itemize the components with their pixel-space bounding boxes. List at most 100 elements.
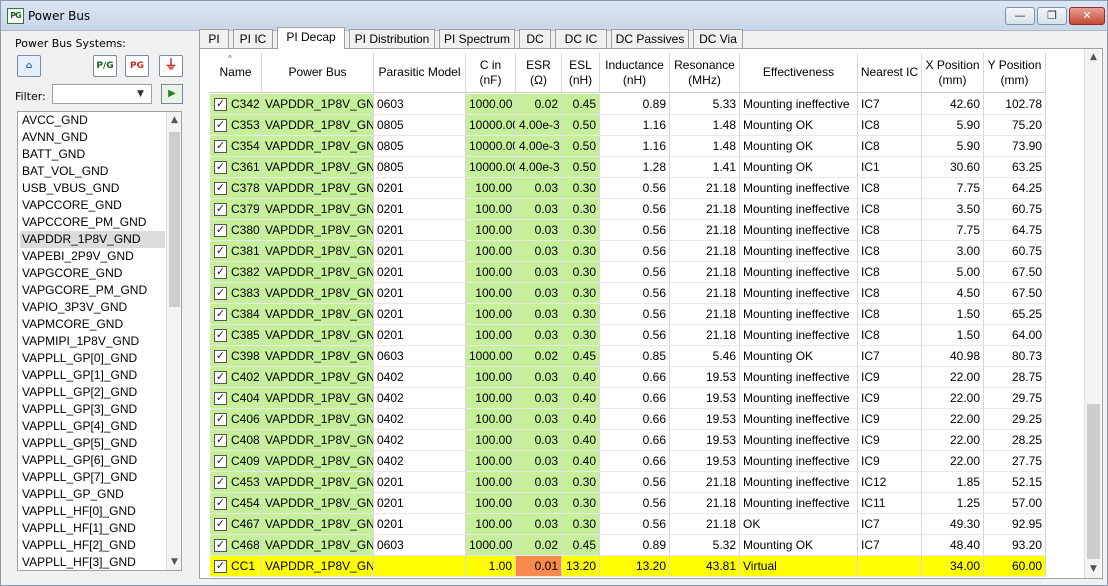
row-checkbox[interactable]: ✓ — [214, 350, 227, 363]
header-power-bus[interactable]: Power Bus — [262, 53, 374, 93]
tab-dc-ic[interactable]: DC IC — [555, 29, 607, 49]
cell-y-position: 73.90 — [984, 136, 1046, 157]
row-checkbox[interactable]: ✓ — [214, 392, 227, 405]
row-checkbox[interactable]: ✓ — [214, 161, 227, 174]
net-list-item[interactable]: VAPPLL_GP[6]_GND — [20, 452, 165, 469]
cell-resonance: 5.46 — [670, 346, 740, 367]
header-c-in[interactable]: C in (nF) — [466, 53, 516, 93]
net-list-item[interactable]: VAPCCORE_PM_GND — [20, 214, 165, 231]
power-pin-icon[interactable]: ⏚ — [159, 55, 183, 77]
net-list-item[interactable]: VAPPLL_GP[1]_GND — [20, 367, 165, 384]
net-list-item[interactable]: VAPPLL_GP[7]_GND — [20, 469, 165, 486]
row-checkbox[interactable]: ✓ — [214, 98, 227, 111]
close-button[interactable]: ✕ — [1069, 7, 1105, 25]
cell-parasitic-model: 0805 — [374, 157, 466, 178]
row-checkbox[interactable]: ✓ — [214, 329, 227, 342]
maximize-button[interactable]: ❐ — [1037, 7, 1067, 25]
net-list-item[interactable]: VAPPLL_HF[3]_GND — [20, 554, 165, 570]
header-x-position[interactable]: X Position (mm) — [922, 53, 984, 93]
header-nearest-ic[interactable]: Nearest IC — [858, 53, 922, 93]
pg-schematic-icon[interactable]: P/G — [93, 55, 117, 77]
filter-combobox[interactable] — [52, 84, 152, 104]
row-checkbox[interactable]: ✓ — [214, 560, 227, 573]
cell-text: C353 — [231, 118, 260, 132]
header-esr[interactable]: ESR (Ω) — [516, 53, 562, 93]
scroll-up-icon[interactable]: ▲ — [1085, 49, 1102, 65]
header-inductance[interactable]: Inductance (nH) — [600, 53, 670, 93]
net-list-item[interactable]: VAPDDR_1P8V_GND — [20, 231, 165, 248]
net-list-item[interactable]: VAPMCORE_GND — [20, 316, 165, 333]
header-esl[interactable]: ESL (nH) — [562, 53, 600, 93]
tab-pi-ic[interactable]: PI IC — [233, 29, 273, 49]
title-bar[interactable]: PG Power Bus — ❐ ✕ — [1, 1, 1107, 31]
row-checkbox[interactable]: ✓ — [214, 539, 227, 552]
row-checkbox[interactable]: ✓ — [214, 119, 227, 132]
net-list-item[interactable]: VAPPLL_HF[1]_GND — [20, 520, 165, 537]
header-effectiveness[interactable]: Effectiveness — [740, 53, 858, 93]
scroll-up-icon[interactable]: ▲ — [167, 112, 181, 128]
row-checkbox[interactable]: ✓ — [214, 455, 227, 468]
header-resonance[interactable]: Resonance (MHz) — [670, 53, 740, 93]
row-checkbox[interactable]: ✓ — [214, 224, 227, 237]
table-scrollbar[interactable]: ▲ ▼ — [1084, 49, 1101, 578]
minimize-button[interactable]: — — [1005, 7, 1035, 25]
row-checkbox[interactable]: ✓ — [214, 266, 227, 279]
net-list-item[interactable]: VAPPLL_HF[2]_GND — [20, 537, 165, 554]
net-list-item[interactable]: VAPEBI_2P9V_GND — [20, 248, 165, 265]
row-checkbox[interactable]: ✓ — [214, 518, 227, 531]
pg-layout-icon[interactable]: PG — [125, 55, 149, 77]
net-list[interactable]: AVCC_GND AVNN_GND BATT_GND BAT_VOL_GND USB_V… — [17, 111, 182, 571]
cell-y-position: 27.75 — [984, 451, 1046, 472]
row-checkbox[interactable]: ✓ — [214, 287, 227, 300]
net-list-item[interactable]: BAT_VOL_GND — [20, 163, 165, 180]
net-list-item[interactable]: VAPPLL_GP_GND — [20, 486, 165, 503]
net-list-item[interactable]: VAPPLL_GP[3]_GND — [20, 401, 165, 418]
scroll-down-icon[interactable]: ▼ — [1085, 561, 1102, 577]
net-list-item[interactable]: VAPPLL_HF[0]_GND — [20, 503, 165, 520]
net-list-item[interactable]: AVNN_GND — [20, 129, 165, 146]
net-list-item[interactable]: USB_VBUS_GND — [20, 180, 165, 197]
net-list-item[interactable]: VAPGCORE_GND — [20, 265, 165, 282]
row-checkbox[interactable]: ✓ — [214, 497, 227, 510]
tab-dc[interactable]: DC — [519, 29, 551, 49]
header-name[interactable]: Name ^ — [210, 53, 262, 93]
net-list-item[interactable]: VAPGCORE_PM_GND — [20, 282, 165, 299]
row-checkbox[interactable]: ✓ — [214, 182, 227, 195]
net-list-item[interactable]: VAPPLL_GP[2]_GND — [20, 384, 165, 401]
row-checkbox[interactable]: ✓ — [214, 371, 227, 384]
cell-effectiveness: Mounting ineffective — [740, 262, 858, 283]
net-list-item[interactable]: VAPMIPI_1P8V_GND — [20, 333, 165, 350]
net-list-scrollbar[interactable]: ▲ ▼ — [166, 112, 181, 570]
net-list-item[interactable]: VAPPLL_GP[5]_GND — [20, 435, 165, 452]
table-scroll-thumb[interactable] — [1087, 404, 1100, 559]
net-list-item[interactable]: VAPPLL_GP[0]_GND — [20, 350, 165, 367]
scroll-down-icon[interactable]: ▼ — [167, 554, 181, 570]
net-list-item[interactable]: AVCC_GND — [20, 112, 165, 129]
tab-dc-passives[interactable]: DC Passives — [611, 29, 689, 49]
row-checkbox[interactable]: ✓ — [214, 245, 227, 258]
cell-nearest-ic: IC9 — [858, 367, 922, 388]
tab-pi[interactable]: PI — [199, 29, 229, 49]
net-list-scroll-thumb[interactable] — [169, 132, 180, 307]
row-checkbox[interactable]: ✓ — [214, 203, 227, 216]
header-y-position[interactable]: Y Position (mm) — [984, 53, 1046, 93]
row-checkbox[interactable]: ✓ — [214, 140, 227, 153]
net-list-item[interactable]: VAPCCORE_GND — [20, 197, 165, 214]
power-bus-window: PG Power Bus — ❐ ✕ Power Bus Systems: ⌂ … — [0, 0, 1108, 586]
row-checkbox[interactable]: ✓ — [214, 413, 227, 426]
row-checkbox[interactable]: ✓ — [214, 308, 227, 321]
home-icon[interactable]: ⌂ — [17, 55, 41, 77]
apply-filter-icon[interactable]: ▶ — [161, 84, 183, 104]
tab-pi-decap[interactable]: PI Decap — [277, 27, 345, 49]
net-list-item[interactable]: VAPIO_3P3V_GND — [20, 299, 165, 316]
tab-pi-spectrum[interactable]: PI Spectrum — [439, 29, 515, 49]
cell-text: C467 — [231, 517, 260, 531]
row-checkbox[interactable]: ✓ — [214, 434, 227, 447]
tab-dc-via[interactable]: DC Via — [693, 29, 743, 49]
row-checkbox[interactable]: ✓ — [214, 476, 227, 489]
net-list-item[interactable]: BATT_GND — [20, 146, 165, 163]
tab-pi-distribution[interactable]: PI Distribution — [349, 29, 435, 49]
net-list-item[interactable]: VAPPLL_GP[4]_GND — [20, 418, 165, 435]
cell-nearest-ic: IC11 — [858, 493, 922, 514]
header-parasitic-model[interactable]: Parasitic Model — [374, 53, 466, 93]
